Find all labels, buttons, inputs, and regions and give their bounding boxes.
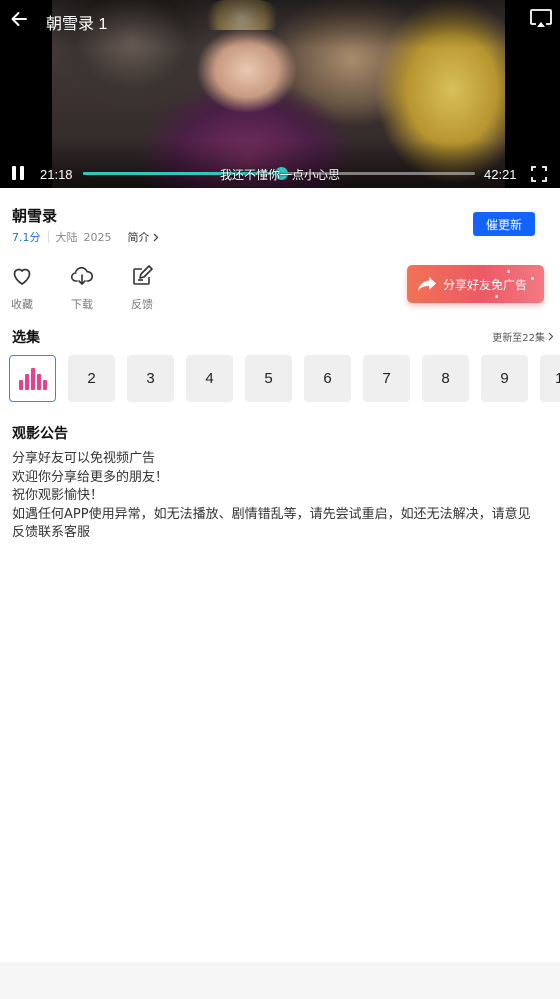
notice-line: 分享好友可以免视频广告: [12, 451, 156, 466]
now-playing-icon: [18, 367, 47, 390]
episode-tile[interactable]: 5: [245, 355, 292, 402]
episode-number: 8: [441, 370, 450, 387]
pause-icon: [12, 166, 16, 180]
favorite-label: 收藏: [11, 298, 33, 311]
progress-bar[interactable]: [83, 167, 475, 180]
intro-link[interactable]: 简介: [128, 229, 159, 245]
episode-tile-current[interactable]: [9, 355, 56, 402]
episodes-title: 选集: [12, 330, 40, 346]
episode-number: 3: [146, 370, 155, 387]
episode-tile[interactable]: 6: [304, 355, 351, 402]
heart-icon: [13, 268, 31, 285]
pause-button[interactable]: [10, 166, 26, 182]
divider: [47, 231, 49, 243]
episode-tile[interactable]: 8: [422, 355, 469, 402]
share-friends-button[interactable]: 分享好友免广告: [407, 265, 544, 303]
fullscreen-button[interactable]: [531, 166, 547, 182]
episode-tile[interactable]: 4: [186, 355, 233, 402]
episode-tile[interactable]: 9: [481, 355, 528, 402]
update-info-link[interactable]: 更新至22集: [492, 329, 554, 344]
video-title: 朝雪录 1: [46, 16, 108, 33]
arrow-left-icon: [11, 12, 27, 26]
progress-handle[interactable]: [274, 167, 288, 180]
back-button[interactable]: [6, 6, 32, 32]
show-title: 朝雪录: [12, 207, 58, 225]
episode-number: 10: [555, 370, 560, 387]
share-label: 分享好友免广告: [443, 277, 528, 292]
feedback-label: 反馈: [131, 298, 153, 311]
urge-update-button[interactable]: 催更新: [473, 212, 535, 236]
episode-number: 7: [382, 370, 391, 387]
region: 大陆: [55, 231, 78, 244]
episode-number: 9: [500, 370, 509, 387]
progress-fill: [83, 172, 281, 175]
chevron-right-icon: [153, 233, 158, 241]
show-meta: 7.1分 大陆 2025 简介: [12, 229, 159, 245]
episode-number: 5: [264, 370, 273, 387]
notice-line: 如遇任何APP使用异常，如无法播放、剧情错乱等，请先尝试重启，如还无法解决，请意…: [12, 506, 531, 541]
download-label: 下载: [71, 298, 93, 311]
share-arrow-icon: [418, 277, 436, 291]
notice-body: 分享好友可以免视频广告 欢迎你分享给更多的朋友！ 祝你观影愉快！ 如遇任何APP…: [12, 450, 532, 543]
update-info-label: 更新至22集: [492, 333, 545, 344]
notice-line: 欢迎你分享给更多的朋友！: [12, 469, 169, 485]
intro-label: 简介: [127, 231, 150, 244]
episode-number: 6: [323, 370, 332, 387]
video-player[interactable]: 朝雪录 1 21:18 我还不懂你一点小心思 42:21: [0, 0, 560, 188]
download-button[interactable]: 下载: [64, 264, 100, 312]
episode-tile[interactable]: 7: [363, 355, 410, 402]
rating: 7.1分: [12, 231, 41, 244]
notice-line: 祝你观影愉快！: [12, 488, 104, 503]
bottom-overlay: [0, 140, 560, 188]
cast-button[interactable]: [529, 8, 555, 30]
favorite-button[interactable]: 收藏: [4, 264, 40, 312]
bottom-bar: [0, 962, 560, 999]
episode-tile[interactable]: 10: [540, 355, 560, 402]
episode-tile[interactable]: 3: [127, 355, 174, 402]
notice-title: 观影公告: [12, 426, 68, 442]
chevron-right-icon: [548, 332, 554, 341]
year: 2025: [83, 230, 112, 244]
feedback-button[interactable]: 反馈: [124, 264, 160, 312]
current-time: 21:18: [40, 167, 73, 182]
episode-list: 2 3 4 5 6 7 8 9 10: [9, 355, 560, 402]
total-time: 42:21: [484, 167, 517, 182]
edit-icon: [133, 265, 153, 285]
cloud-download-icon: [70, 266, 94, 285]
episode-number: 2: [87, 370, 96, 387]
fullscreen-icon: [531, 166, 547, 182]
episode-tile[interactable]: 2: [68, 355, 115, 402]
episode-number: 4: [205, 370, 214, 387]
cast-screen-icon: [530, 9, 552, 27]
